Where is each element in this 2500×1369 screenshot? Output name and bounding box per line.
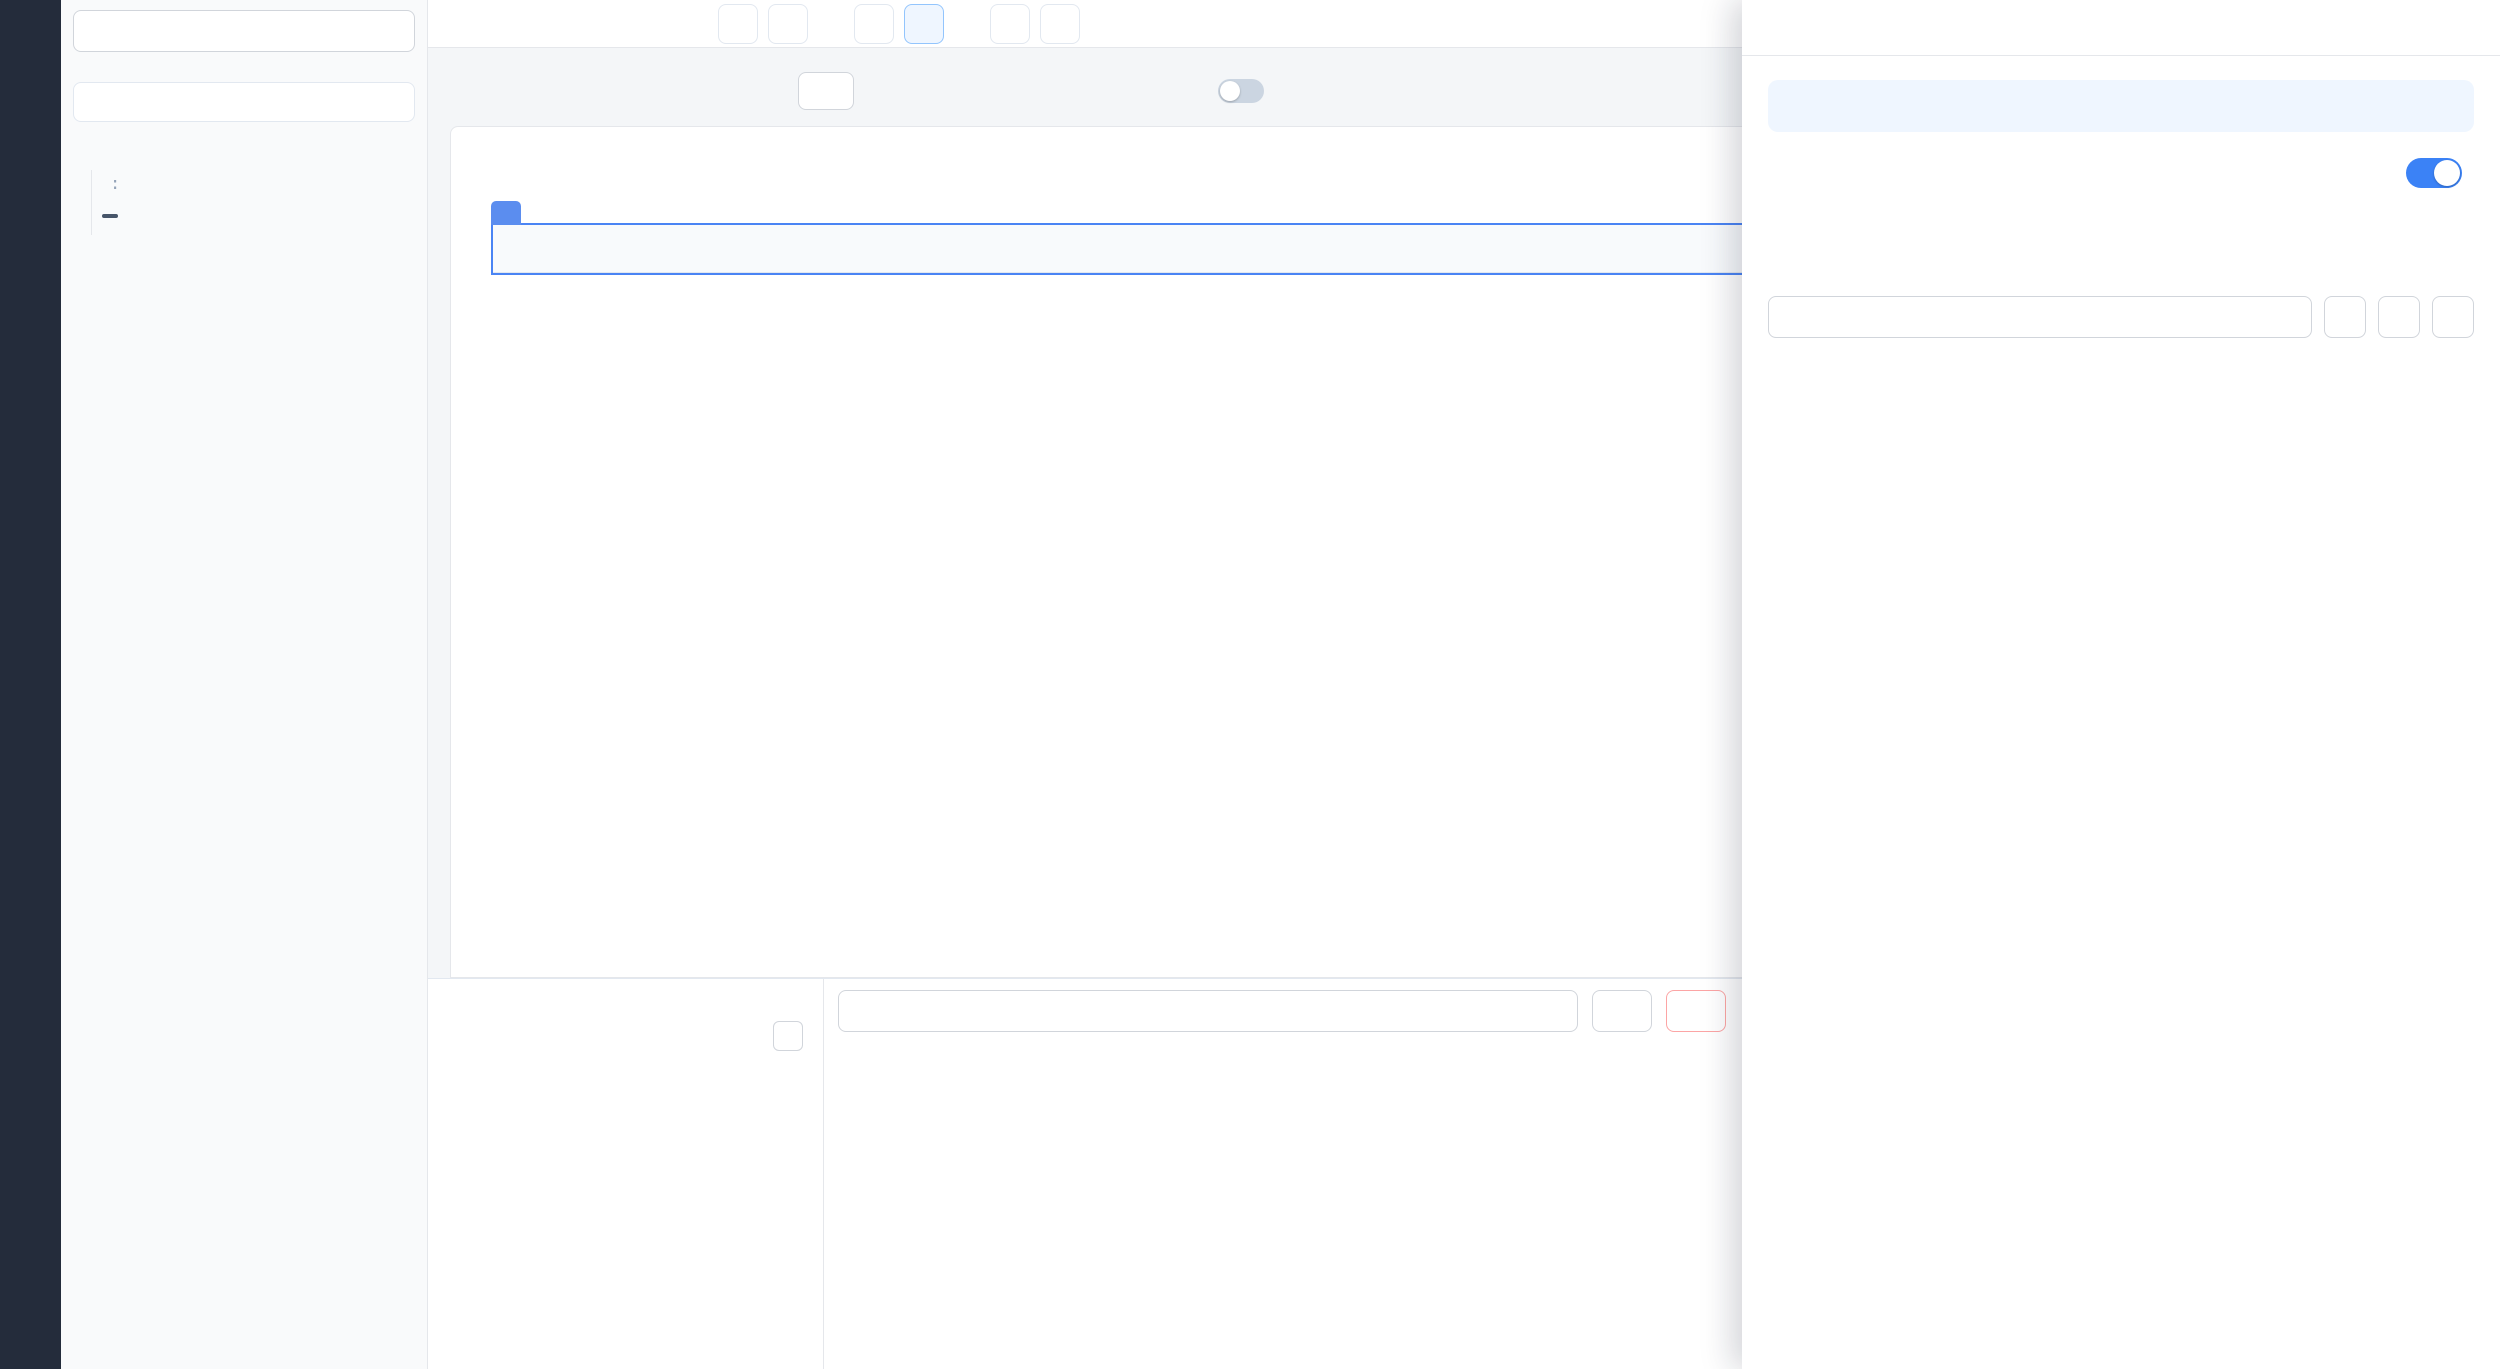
resource-only-toggle[interactable] xyxy=(2406,158,2462,188)
template-input-icon[interactable] xyxy=(2452,264,2474,286)
app-name-input[interactable] xyxy=(73,10,415,52)
edit-icon[interactable] xyxy=(126,207,144,225)
close-icon xyxy=(1772,17,1794,39)
windmill-logo[interactable] xyxy=(0,0,61,56)
drawer-header xyxy=(1742,0,2500,56)
toggle-knob xyxy=(1220,81,1240,101)
fullwidth-layout-button[interactable] xyxy=(1040,4,1080,44)
refresh-schedule-dropdown[interactable] xyxy=(872,83,894,99)
drawer-body xyxy=(1742,56,2500,362)
delete-script-button[interactable] xyxy=(1666,990,1726,1032)
runnable-name-input[interactable] xyxy=(838,990,1578,1032)
plus-icon xyxy=(2389,307,2409,327)
redo-button[interactable] xyxy=(768,4,808,44)
auth-field-row xyxy=(1768,264,2474,286)
resource-input[interactable] xyxy=(1768,296,2312,338)
runnables-panel xyxy=(428,979,824,1369)
smartphone-icon xyxy=(863,13,885,35)
fork-button[interactable] xyxy=(1592,990,1652,1032)
plus-icon xyxy=(780,1028,796,1044)
refresh-icon xyxy=(2443,307,2463,327)
toggle-knob xyxy=(2434,160,2460,186)
panel-icon xyxy=(999,13,1021,35)
info-icon xyxy=(456,1028,473,1045)
connect-input-icon[interactable] xyxy=(2410,264,2432,286)
windmill-logo-icon xyxy=(16,13,46,43)
outputs-panel: : xyxy=(61,0,428,1369)
trash-icon xyxy=(1683,1002,1701,1020)
add-resource-button[interactable] xyxy=(2378,296,2420,338)
background-runnables-header xyxy=(448,1021,803,1051)
chevron-down-icon xyxy=(878,83,894,99)
static-input-icon[interactable] xyxy=(2368,264,2390,286)
hide-bar-toggle[interactable] xyxy=(1218,79,1264,103)
undo-button[interactable] xyxy=(718,4,758,44)
configurations-info-box xyxy=(1768,80,2474,132)
add-background-runnable-button[interactable] xyxy=(773,1021,803,1051)
selected-component-badge xyxy=(491,201,521,225)
tabs-component-group: : xyxy=(91,170,419,235)
center-layout-button[interactable] xyxy=(990,4,1030,44)
app-inputs-drawer xyxy=(1742,0,2500,1369)
refresh-icon xyxy=(813,82,831,100)
left-icon-rail xyxy=(0,0,61,1369)
edit-resource-button[interactable] xyxy=(2324,296,2366,338)
search-outputs-input[interactable] xyxy=(73,82,415,122)
refresh-resource-button[interactable] xyxy=(2432,296,2474,338)
resource-value-row xyxy=(1768,296,2474,338)
monitor-icon xyxy=(913,13,935,35)
selected-tab-index-row: : xyxy=(102,170,419,197)
hide-bar-control xyxy=(1206,79,1264,103)
arrow-right-icon xyxy=(19,1320,43,1344)
input-type-selector xyxy=(2368,264,2474,286)
app-editor: : xyxy=(0,0,2500,1369)
git-fork-icon xyxy=(1609,1002,1627,1020)
mobile-view-button[interactable] xyxy=(854,4,894,44)
resource-only-row xyxy=(1768,158,2474,188)
clear-icon[interactable] xyxy=(2279,307,2299,327)
maximize-icon xyxy=(1049,13,1071,35)
colon: : xyxy=(110,174,120,194)
expand-sidebar-button[interactable] xyxy=(9,1309,53,1355)
undo-icon xyxy=(727,13,749,35)
desktop-view-button[interactable] xyxy=(904,4,944,44)
component-id-badge xyxy=(102,214,118,218)
chevron-up-icon[interactable] xyxy=(401,207,419,225)
pencil-icon xyxy=(2335,307,2355,327)
redo-icon xyxy=(777,13,799,35)
refresh-button[interactable] xyxy=(798,72,854,110)
grid-component-row[interactable] xyxy=(102,207,419,225)
info-icon xyxy=(1790,101,1814,125)
close-drawer-button[interactable] xyxy=(1766,11,1800,45)
